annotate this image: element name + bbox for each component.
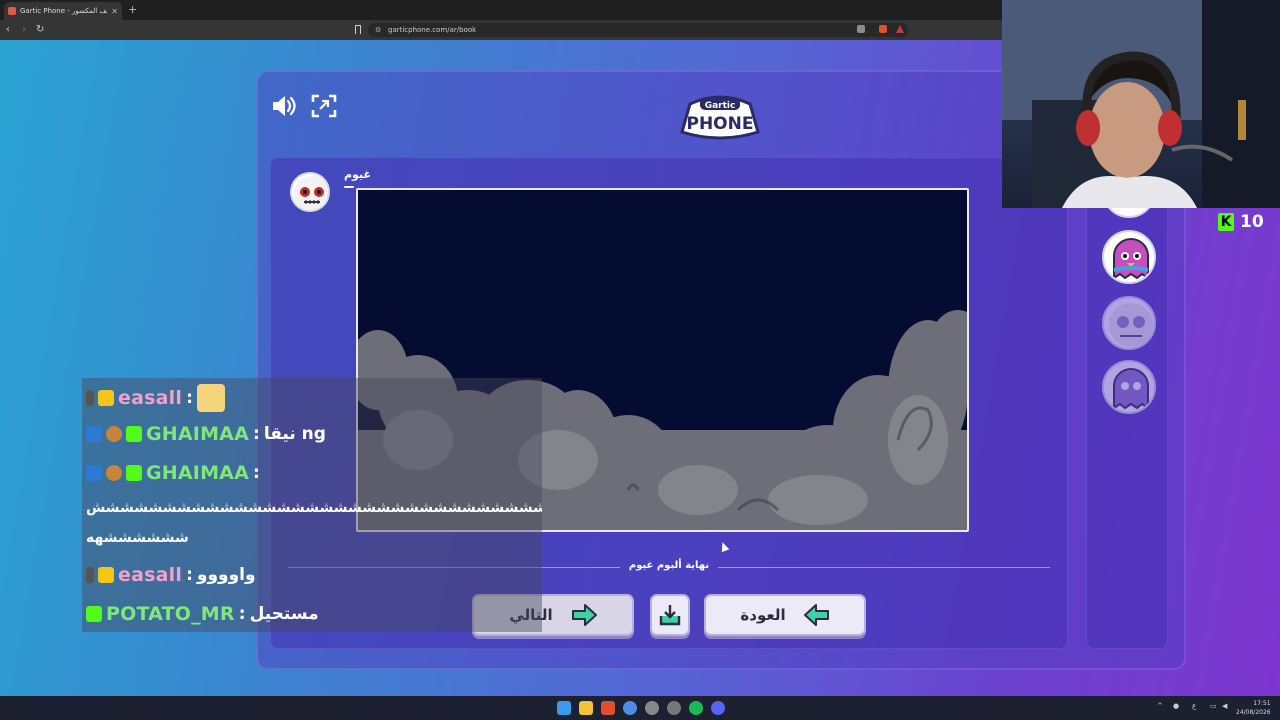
file-explorer-icon[interactable]	[579, 701, 593, 715]
microphone-icon[interactable]: ●	[1173, 702, 1179, 710]
reload-icon[interactable]: ↻	[36, 24, 44, 35]
chat-username: POTATO_MR	[106, 603, 235, 625]
download-icon	[659, 605, 681, 626]
url-text: garticphone.com/ar/book	[388, 26, 477, 34]
spotify-icon[interactable]	[689, 701, 703, 715]
back-button[interactable]: العودة	[704, 594, 866, 636]
logo-top-text: Gartic	[705, 101, 736, 111]
chat-separator: :	[186, 565, 193, 585]
discord-icon[interactable]	[711, 701, 725, 715]
webcam-overlay	[1002, 0, 1280, 208]
chat-separator: :	[238, 604, 246, 624]
chat-separator: :	[253, 463, 260, 483]
brave-browser-icon[interactable]	[601, 701, 615, 715]
gartic-favicon-icon	[8, 7, 16, 15]
og-badge-icon	[126, 426, 142, 442]
brave-shield-icon[interactable]	[879, 25, 887, 33]
address-bar-row: ‹ › ↻ ⚙ garticphone.com/ar/book	[0, 20, 1002, 40]
hammer-badge-icon	[86, 426, 102, 442]
chat-username: easall	[118, 387, 183, 409]
tray-chevron-icon[interactable]: ^	[1157, 702, 1163, 710]
back-nav-icon[interactable]: ‹	[6, 24, 10, 35]
chat-message: easall :	[86, 384, 225, 412]
chat-username: GHAIMAA	[146, 462, 249, 484]
site-info-icon[interactable]: ⚙	[375, 26, 381, 34]
fullscreen-icon[interactable]	[310, 93, 338, 119]
settings-icon[interactable]	[645, 701, 659, 715]
clock-time: 17:51	[1253, 700, 1271, 707]
chat-separator: :	[186, 388, 193, 408]
moderator-badge-icon	[86, 390, 94, 406]
chat-username: GHAIMAA	[146, 423, 249, 445]
chat-message: easall : واوووو	[86, 564, 256, 586]
chat-text: واوووو	[196, 565, 256, 585]
chat-text: مستحيل	[249, 604, 319, 624]
viewer-count: 10	[1240, 212, 1264, 232]
volume-tray-icon[interactable]: ◀	[1222, 702, 1227, 710]
clock-date: 24/08/2026	[1236, 709, 1271, 716]
player-avatar-disconnected	[1102, 360, 1156, 414]
volume-icon[interactable]	[270, 93, 298, 119]
author-name: غيوم	[344, 168, 371, 181]
player-avatar-disconnected	[1102, 296, 1156, 350]
album-end-label: نهاية ألبوم غيوم	[628, 560, 710, 571]
chat-text: نيقا ng	[263, 424, 326, 444]
author-underline	[344, 186, 354, 188]
crown-badge-icon	[98, 390, 114, 406]
chat-message: GHAIMAA :	[86, 462, 260, 484]
cookie-badge-icon	[106, 426, 122, 442]
start-menu-icon[interactable]	[557, 701, 571, 715]
forward-nav-icon[interactable]: ›	[22, 24, 26, 35]
url-input[interactable]: ⚙ garticphone.com/ar/book	[368, 23, 908, 37]
hammer-badge-icon	[86, 465, 102, 481]
chat-spam-text: ششششششهه	[86, 530, 190, 546]
chat-separator: :	[253, 424, 260, 444]
chat-message: GHAIMAA : نيقا ng	[86, 423, 326, 445]
streamer-webcam-image	[1002, 0, 1280, 208]
album-end-line-right	[718, 567, 1050, 568]
windows-taskbar: ^ ● ع ▭ ◀ 17:51 24/08/2026	[0, 696, 1280, 720]
chat-message: POTATO_MR : مستحيل	[86, 603, 319, 625]
gartic-phone-logo: Gartic PHONE	[680, 95, 760, 140]
language-icon[interactable]: ع	[1192, 702, 1196, 710]
translate-icon[interactable]	[857, 25, 865, 33]
browser-tab-bar: Gartic Phone - الهاتف المكسور ✕ +	[0, 0, 1002, 20]
network-icon[interactable]: ▭	[1210, 702, 1217, 710]
author-avatar	[290, 172, 330, 212]
chat-username: easall	[118, 564, 183, 586]
arrow-right-icon	[571, 604, 597, 626]
close-tab-icon[interactable]: ✕	[111, 7, 118, 16]
emote-icon	[196, 384, 225, 412]
tab-title: Gartic Phone - الهاتف المكسور	[20, 7, 107, 15]
og-badge-icon	[126, 465, 142, 481]
browser-tab[interactable]: Gartic Phone - الهاتف المكسور ✕	[4, 2, 122, 20]
back-button-label: العودة	[740, 606, 786, 624]
bookmark-icon[interactable]	[355, 25, 361, 34]
download-button[interactable]	[650, 594, 690, 636]
arrow-left-icon	[803, 604, 829, 626]
obs-icon[interactable]	[667, 701, 681, 715]
crown-badge-icon	[98, 567, 114, 583]
new-tab-button[interactable]: +	[128, 3, 137, 16]
logo-bottom-text: PHONE	[687, 114, 754, 134]
og-badge-icon	[86, 606, 102, 622]
player-avatar	[1102, 230, 1156, 284]
moderator-badge-icon	[86, 567, 94, 583]
kick-logo-icon: K	[1218, 213, 1234, 231]
chrome-icon[interactable]	[623, 701, 637, 715]
cookie-badge-icon	[106, 465, 122, 481]
chat-spam-text: شششششششششششششششششششششششششششششششششششششششش…	[86, 500, 542, 516]
kick-viewer-count: K 10	[1218, 212, 1264, 232]
system-clock[interactable]: 17:51 24/08/2026	[1236, 699, 1271, 717]
